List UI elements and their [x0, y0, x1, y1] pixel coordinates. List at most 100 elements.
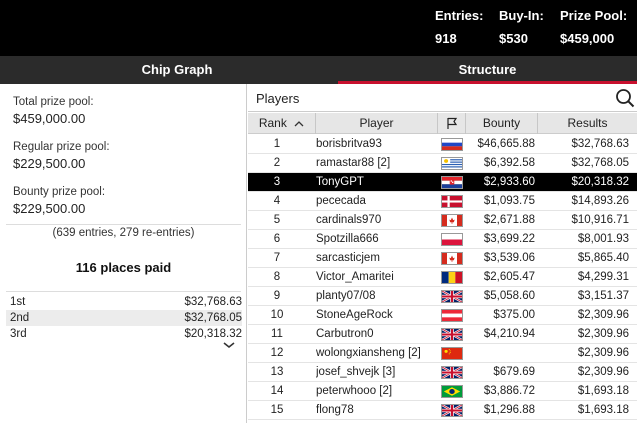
table-row[interactable]: 15 flong78 $1,296.88 $1,693.18 [248, 401, 637, 420]
table-row[interactable]: 12 wolongxiansheng [2] $2,309.96 [248, 344, 637, 363]
player-column-header[interactable]: Player [316, 113, 438, 134]
player-name: borisbritva93 [316, 138, 382, 150]
flag-column-header[interactable] [438, 113, 466, 134]
player-bounty: $1,093.75 [483, 195, 535, 207]
player-result: $2,309.96 [577, 366, 629, 378]
prize-pool-label: Prize Pool: [560, 8, 628, 23]
player-rank: 14 [270, 385, 284, 397]
player-result: $8,001.93 [577, 233, 629, 245]
player-rank: 12 [270, 347, 284, 359]
bounty-column-header[interactable]: Bounty [466, 113, 538, 134]
player-rank: 10 [270, 309, 284, 321]
prize-pool-value: $459,000 [560, 31, 615, 46]
player-bounty: $1,296.88 [483, 404, 535, 416]
entries-value: 918 [435, 31, 457, 46]
player-name: flong78 [316, 404, 354, 416]
player-name: TonyGPT [316, 176, 364, 188]
player-result: $2,309.96 [577, 328, 629, 340]
croatia-flag-icon [441, 176, 463, 189]
player-result: $1,693.18 [577, 404, 629, 416]
payout-row: 3rd $20,318.32 [6, 326, 242, 342]
table-row[interactable]: 10 StoneAgeRock $375.00 $2,309.96 [248, 306, 637, 325]
player-name: planty07/08 [316, 290, 376, 302]
player-name: josef_shvejk [3] [316, 366, 396, 378]
table-row[interactable]: 8 Victor_Amaritei $2,605.47 $4,299.31 [248, 268, 637, 287]
player-bounty [467, 344, 535, 363]
chevron-down-icon[interactable] [222, 340, 236, 350]
player-name: Spotzilla666 [316, 233, 379, 245]
player-rank: 15 [270, 404, 284, 416]
player-rank: 4 [273, 195, 281, 207]
canada-flag-icon [441, 252, 463, 265]
player-bounty: $5,058.60 [483, 290, 535, 302]
russia-flag-icon [441, 138, 463, 151]
player-result: $5,865.40 [577, 252, 629, 264]
player-result: $32,768.05 [571, 157, 629, 169]
payout-place: 1st [10, 296, 26, 308]
payout-amount: $32,768.63 [184, 296, 242, 308]
table-row[interactable]: 14 peterwhooo [2] $3,886.72 $1,693.18 [248, 382, 637, 401]
table-row[interactable]: 9 planty07/08 $5,058.60 $3,151.37 [248, 287, 637, 306]
table-row[interactable]: 6 Spotzilla666 $3,699.22 $8,001.93 [248, 230, 637, 249]
sort-up-icon [294, 120, 304, 127]
prize-pool-stat: Prize Pool: $459,000 [560, 8, 627, 46]
table-row[interactable]: 2 ramastar88 [2] $6,392.58 $32,768.05 [248, 154, 637, 173]
flag-icon [446, 118, 457, 130]
table-row[interactable]: 7 sarcasticjem $3,539.06 $5,865.40 [248, 249, 637, 268]
player-result: $10,916.71 [571, 214, 629, 226]
table-row[interactable]: 11 Carbutron0 $4,210.94 $2,309.96 [248, 325, 637, 344]
player-rank: 5 [273, 214, 281, 226]
table-row[interactable]: 4 pececada $1,093.75 $14,893.26 [248, 192, 637, 211]
entries-note: (639 entries, 279 re-entries) [52, 227, 195, 239]
player-rank: 11 [271, 328, 283, 340]
buyin-stat: Buy-In: $530 [499, 8, 544, 46]
table-row[interactable]: 3 TonyGPT $2,933.60 $20,318.32 [248, 173, 637, 192]
player-result: $2,309.96 [577, 309, 629, 321]
table-row[interactable]: 5 cardinals970 $2,671.88 $10,916.71 [248, 211, 637, 230]
player-result: $3,151.37 [577, 290, 629, 302]
players-panel: Players Rank Player Bounty Results 1 bori… [248, 84, 637, 423]
entries-label: Entries: [435, 8, 484, 23]
uk-flag-icon [441, 290, 463, 303]
players-title: Players [256, 91, 300, 106]
uruguay-flag-icon [441, 157, 463, 170]
player-name: cardinals970 [316, 214, 382, 226]
player-name: sarcasticjem [316, 252, 380, 264]
canada-flag-icon [441, 214, 463, 227]
player-bounty: $375.00 [493, 309, 535, 321]
player-bounty: $4,210.94 [483, 328, 535, 340]
search-icon[interactable] [615, 88, 635, 108]
player-bounty: $679.69 [493, 366, 535, 378]
table-row[interactable]: 13 josef_shvejk [3] $679.69 $2,309.96 [248, 363, 637, 382]
player-result: $20,318.32 [571, 176, 629, 188]
player-bounty: $2,605.47 [483, 271, 535, 283]
bounty-prize-pool-label: Bounty prize pool: [13, 186, 106, 198]
player-result: $2,309.96 [577, 347, 629, 359]
player-rank: 7 [273, 252, 281, 264]
buyin-value: $530 [499, 31, 528, 46]
total-prize-pool-label: Total prize pool: [13, 96, 94, 108]
table-row[interactable]: 1 borisbritva93 $46,665.88 $32,768.63 [248, 135, 637, 154]
denmark-flag-icon [441, 195, 463, 208]
poland-flag-icon [441, 233, 463, 246]
tab-chip-graph[interactable]: Chip Graph [0, 56, 354, 84]
rank-header-label: Rank [258, 116, 287, 130]
brazil-flag-icon [441, 385, 463, 398]
china-flag-icon [441, 347, 463, 360]
player-name: StoneAgeRock [316, 309, 393, 321]
tab-structure[interactable]: Structure [338, 56, 637, 84]
results-column-header[interactable]: Results [538, 113, 637, 134]
player-result: $4,299.31 [577, 271, 629, 283]
player-result: $32,768.63 [571, 138, 629, 150]
divider [6, 224, 241, 225]
player-bounty: $3,539.06 [483, 252, 535, 264]
regular-prize-pool-value: $229,500.00 [13, 156, 86, 171]
total-prize-pool-value: $459,000.00 [13, 111, 86, 126]
player-bounty: $3,886.72 [483, 385, 535, 397]
player-rank: 8 [273, 271, 281, 283]
places-paid: 116 places paid [75, 260, 172, 275]
payout-amount: $32,768.05 [184, 312, 242, 324]
rank-column-header[interactable]: Rank [248, 113, 316, 134]
prize-summary-panel: Total prize pool: $459,000.00 Regular pr… [0, 84, 247, 423]
player-result: $14,893.26 [571, 195, 629, 207]
